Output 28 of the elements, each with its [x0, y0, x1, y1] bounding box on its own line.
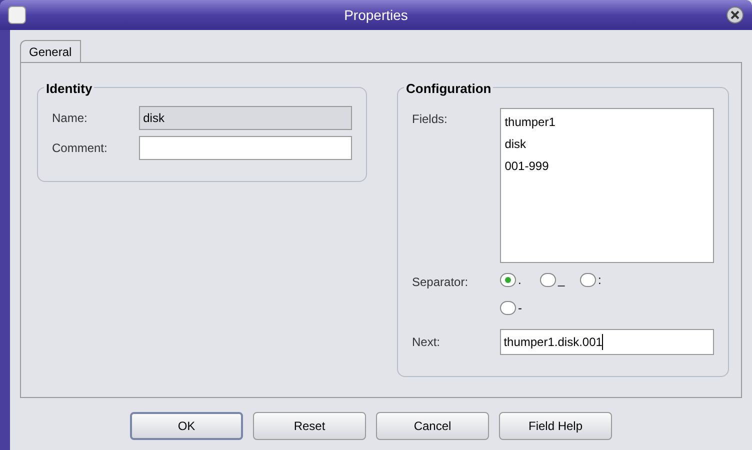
- radio-button[interactable]: [580, 273, 596, 287]
- field-label: Name:: [52, 110, 88, 127]
- field-label: Fields:: [412, 111, 448, 128]
- close-icon[interactable]: [726, 6, 744, 24]
- radio-label: .: [518, 272, 522, 289]
- window-menu-icon[interactable]: [8, 6, 26, 24]
- name-field: disk: [139, 106, 352, 130]
- tab[interactable]: General: [20, 40, 81, 62]
- radio-label: -: [518, 300, 522, 317]
- dialog-button[interactable]: Field Help: [499, 412, 612, 440]
- radio-button[interactable]: [540, 273, 556, 287]
- dialog-button[interactable]: Cancel: [376, 412, 489, 440]
- radio-label: :: [598, 272, 602, 289]
- dialog-button[interactable]: OK: [130, 412, 243, 440]
- list-item[interactable]: thumper1: [504, 113, 709, 131]
- field-label: Comment:: [52, 140, 108, 157]
- radio-label: _: [558, 272, 565, 289]
- radio-button[interactable]: [500, 301, 516, 315]
- field-label: Next:: [412, 334, 442, 351]
- next-field[interactable]: thumper1.disk.001: [500, 329, 714, 355]
- comment-field[interactable]: [139, 136, 352, 160]
- dialog-button[interactable]: Reset: [253, 412, 366, 440]
- radio-button[interactable]: [500, 273, 516, 287]
- list-item[interactable]: 001-999: [504, 157, 709, 175]
- window-title: Properties: [343, 6, 409, 25]
- fields-list[interactable]: thumper1 disk 001-999: [500, 108, 714, 263]
- field-label: Separator:: [412, 274, 470, 291]
- list-item[interactable]: disk: [504, 135, 709, 153]
